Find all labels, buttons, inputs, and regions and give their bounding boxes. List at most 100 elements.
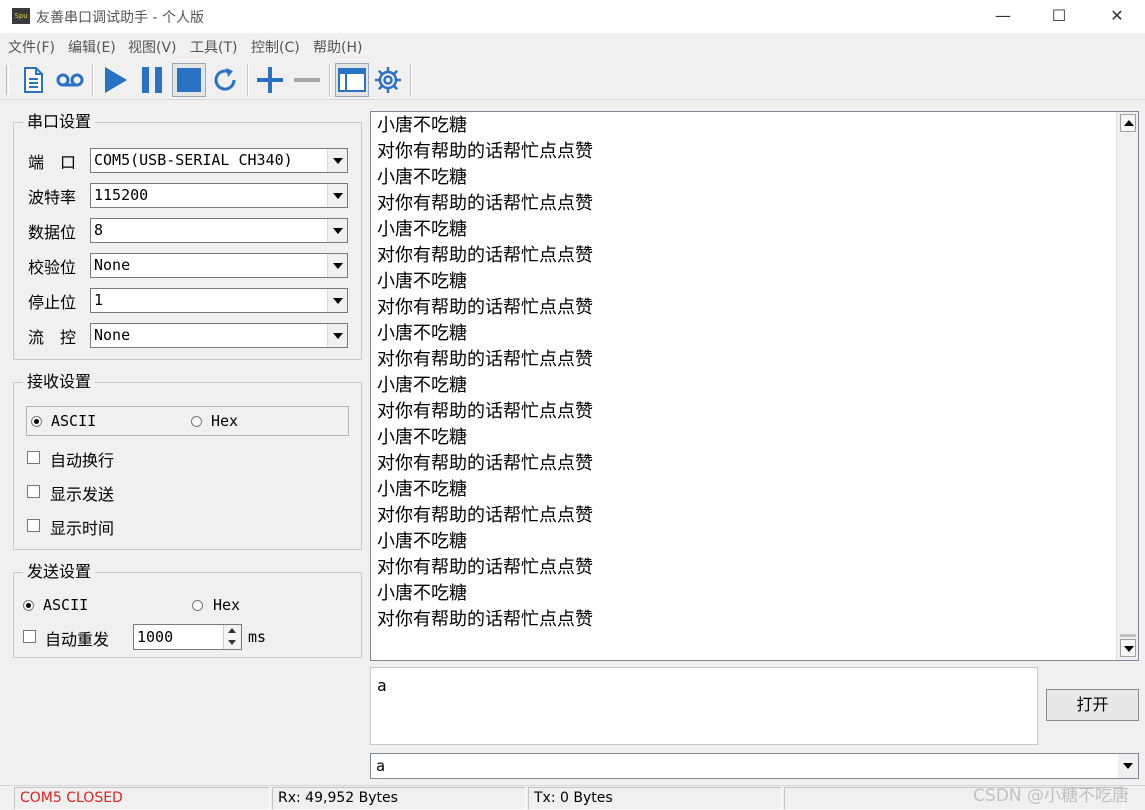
receive-ascii-radio[interactable] (31, 416, 42, 427)
chevron-down-icon[interactable] (327, 184, 347, 207)
send-settings-title: 发送设置 (23, 562, 96, 582)
menu-file[interactable]: 文件(F) (8, 37, 55, 57)
send-ascii-label[interactable]: ASCII (43, 596, 88, 614)
send-history-select[interactable]: a (370, 753, 1139, 779)
serial-settings-group: 串口设置 端 口 COM5(USB-SERIAL CH340) 波特率 1152… (13, 112, 362, 360)
auto-newline-label[interactable]: 自动换行 (50, 447, 114, 471)
send-ascii-radio[interactable] (23, 600, 34, 611)
stop-bits-select[interactable]: 1 (90, 288, 348, 313)
maximize-button[interactable]: ☐ (1031, 0, 1087, 33)
menu-view[interactable]: 视图(V) (128, 37, 177, 57)
menu-edit[interactable]: 编辑(E) (68, 37, 116, 57)
chevron-down-icon[interactable] (327, 149, 347, 172)
send-hex-label[interactable]: Hex (213, 596, 240, 614)
data-bits-value: 8 (94, 221, 104, 239)
stepper-down-icon[interactable] (223, 637, 241, 649)
minimize-button[interactable]: — (975, 0, 1031, 33)
menu-bar: 文件(F) 编辑(E) 视图(V) 工具(T) 控制(C) 帮助(H) (0, 33, 1145, 59)
gear-icon[interactable] (371, 63, 405, 97)
receive-ascii-label[interactable]: ASCII (51, 412, 96, 430)
receive-line: 对你有帮助的话帮忙点点赞 (377, 557, 593, 578)
window-title: 友善串口调试助手 - 个人版 (36, 10, 204, 26)
play-icon[interactable] (98, 63, 132, 97)
toolbar-separator (410, 64, 412, 96)
pause-icon[interactable] (135, 63, 169, 97)
toolbar (0, 60, 1145, 100)
send-text[interactable]: a (377, 676, 387, 695)
minus-icon[interactable] (290, 63, 324, 97)
receive-text-area[interactable]: 小唐不吃糖 对你有帮助的话帮忙点点赞 小唐不吃糖 对你有帮助的话帮忙点点赞 小唐不吃糖对… (370, 111, 1139, 661)
data-bits-select[interactable]: 8 (90, 218, 348, 243)
send-text-area[interactable]: a (370, 667, 1038, 745)
scroll-up-icon[interactable] (1120, 114, 1136, 132)
menu-help[interactable]: 帮助(H) (313, 37, 362, 57)
menu-control[interactable]: 控制(C) (251, 37, 300, 57)
send-settings-group: 发送设置 ASCII Hex 自动重发 1000 ms (13, 562, 362, 658)
receive-line: 对你有帮助的话帮忙点点赞 (377, 401, 593, 422)
flow-select[interactable]: None (90, 323, 348, 348)
receive-line: 对你有帮助的话帮忙点点赞 (377, 193, 593, 214)
window-icon[interactable] (335, 63, 369, 97)
receive-hex-radio[interactable] (191, 416, 202, 427)
serial-settings-title: 串口设置 (23, 112, 96, 132)
watermark: CSDN @小糖不吃唐 (973, 786, 1129, 806)
receive-line: 对你有帮助的话帮忙点点赞 (377, 245, 593, 266)
port-label: 端 口 (28, 153, 77, 172)
send-hex-radio[interactable] (192, 600, 203, 611)
menu-tools[interactable]: 工具(T) (190, 37, 237, 57)
baud-label: 波特率 (28, 188, 77, 207)
stop-bits-value: 1 (94, 291, 104, 309)
baud-select[interactable]: 115200 (90, 183, 348, 208)
title-bar: Spu 友善串口调试助手 - 个人版 — ☐ ✕ (0, 0, 1145, 33)
receive-line: 小唐不吃糖 (377, 115, 467, 136)
chevron-down-icon[interactable] (327, 219, 347, 242)
chevron-down-icon[interactable] (1118, 754, 1138, 778)
tx-count-status: Tx: 0 Bytes (528, 787, 782, 810)
stepper-up-icon[interactable] (223, 625, 241, 637)
port-value: COM5(USB-SERIAL CH340) (94, 151, 293, 169)
open-button[interactable]: 打开 (1046, 689, 1139, 721)
port-select[interactable]: COM5(USB-SERIAL CH340) (90, 148, 348, 173)
receive-line: 小唐不吃糖 (377, 479, 467, 500)
receive-line: 小唐不吃糖 (377, 427, 467, 448)
send-history-value: a (376, 757, 386, 775)
chevron-down-icon[interactable] (327, 289, 347, 312)
stop-icon[interactable] (172, 63, 206, 97)
plus-icon[interactable] (253, 63, 287, 97)
rx-count-status: Rx: 49,952 Bytes (272, 787, 526, 810)
show-send-checkbox[interactable] (27, 485, 40, 498)
parity-select[interactable]: None (90, 253, 348, 278)
receive-line: 小唐不吃糖 (377, 219, 467, 240)
resend-interval-value[interactable]: 1000 (137, 628, 173, 646)
auto-newline-checkbox[interactable] (27, 451, 40, 464)
toolbar-separator (329, 64, 331, 96)
auto-resend-checkbox[interactable] (23, 630, 36, 643)
chevron-down-icon[interactable] (327, 324, 347, 347)
receive-line: 对你有帮助的话帮忙点点赞 (377, 141, 593, 162)
document-icon[interactable] (16, 63, 50, 97)
record-icon[interactable] (53, 63, 87, 97)
show-time-label[interactable]: 显示时间 (50, 515, 114, 539)
receive-line: 小唐不吃糖 (377, 583, 467, 604)
receive-line: 小唐不吃糖 (377, 531, 467, 552)
chevron-down-icon[interactable] (327, 254, 347, 277)
parity-label: 校验位 (28, 258, 77, 277)
auto-resend-label[interactable]: 自动重发 (45, 626, 109, 650)
receive-line: 小唐不吃糖 (377, 271, 467, 292)
scroll-thumb[interactable] (1120, 634, 1136, 637)
show-send-label[interactable]: 显示发送 (50, 481, 114, 505)
close-button[interactable]: ✕ (1089, 0, 1145, 33)
receive-line: 小唐不吃糖 (377, 375, 467, 396)
receive-hex-label[interactable]: Hex (211, 412, 238, 430)
show-time-checkbox[interactable] (27, 519, 40, 532)
refresh-icon[interactable] (208, 63, 242, 97)
receive-scrollbar[interactable] (1116, 112, 1138, 660)
receive-line: 对你有帮助的话帮忙点点赞 (377, 505, 593, 526)
receive-line: 对你有帮助的话帮忙点点赞 (377, 349, 593, 370)
flow-value: None (94, 326, 131, 344)
parity-value: None (94, 256, 131, 274)
scroll-down-icon[interactable] (1120, 639, 1136, 657)
toolbar-grip[interactable] (6, 65, 9, 95)
toolbar-separator (92, 64, 94, 96)
resend-interval-stepper[interactable]: 1000 (133, 624, 242, 650)
